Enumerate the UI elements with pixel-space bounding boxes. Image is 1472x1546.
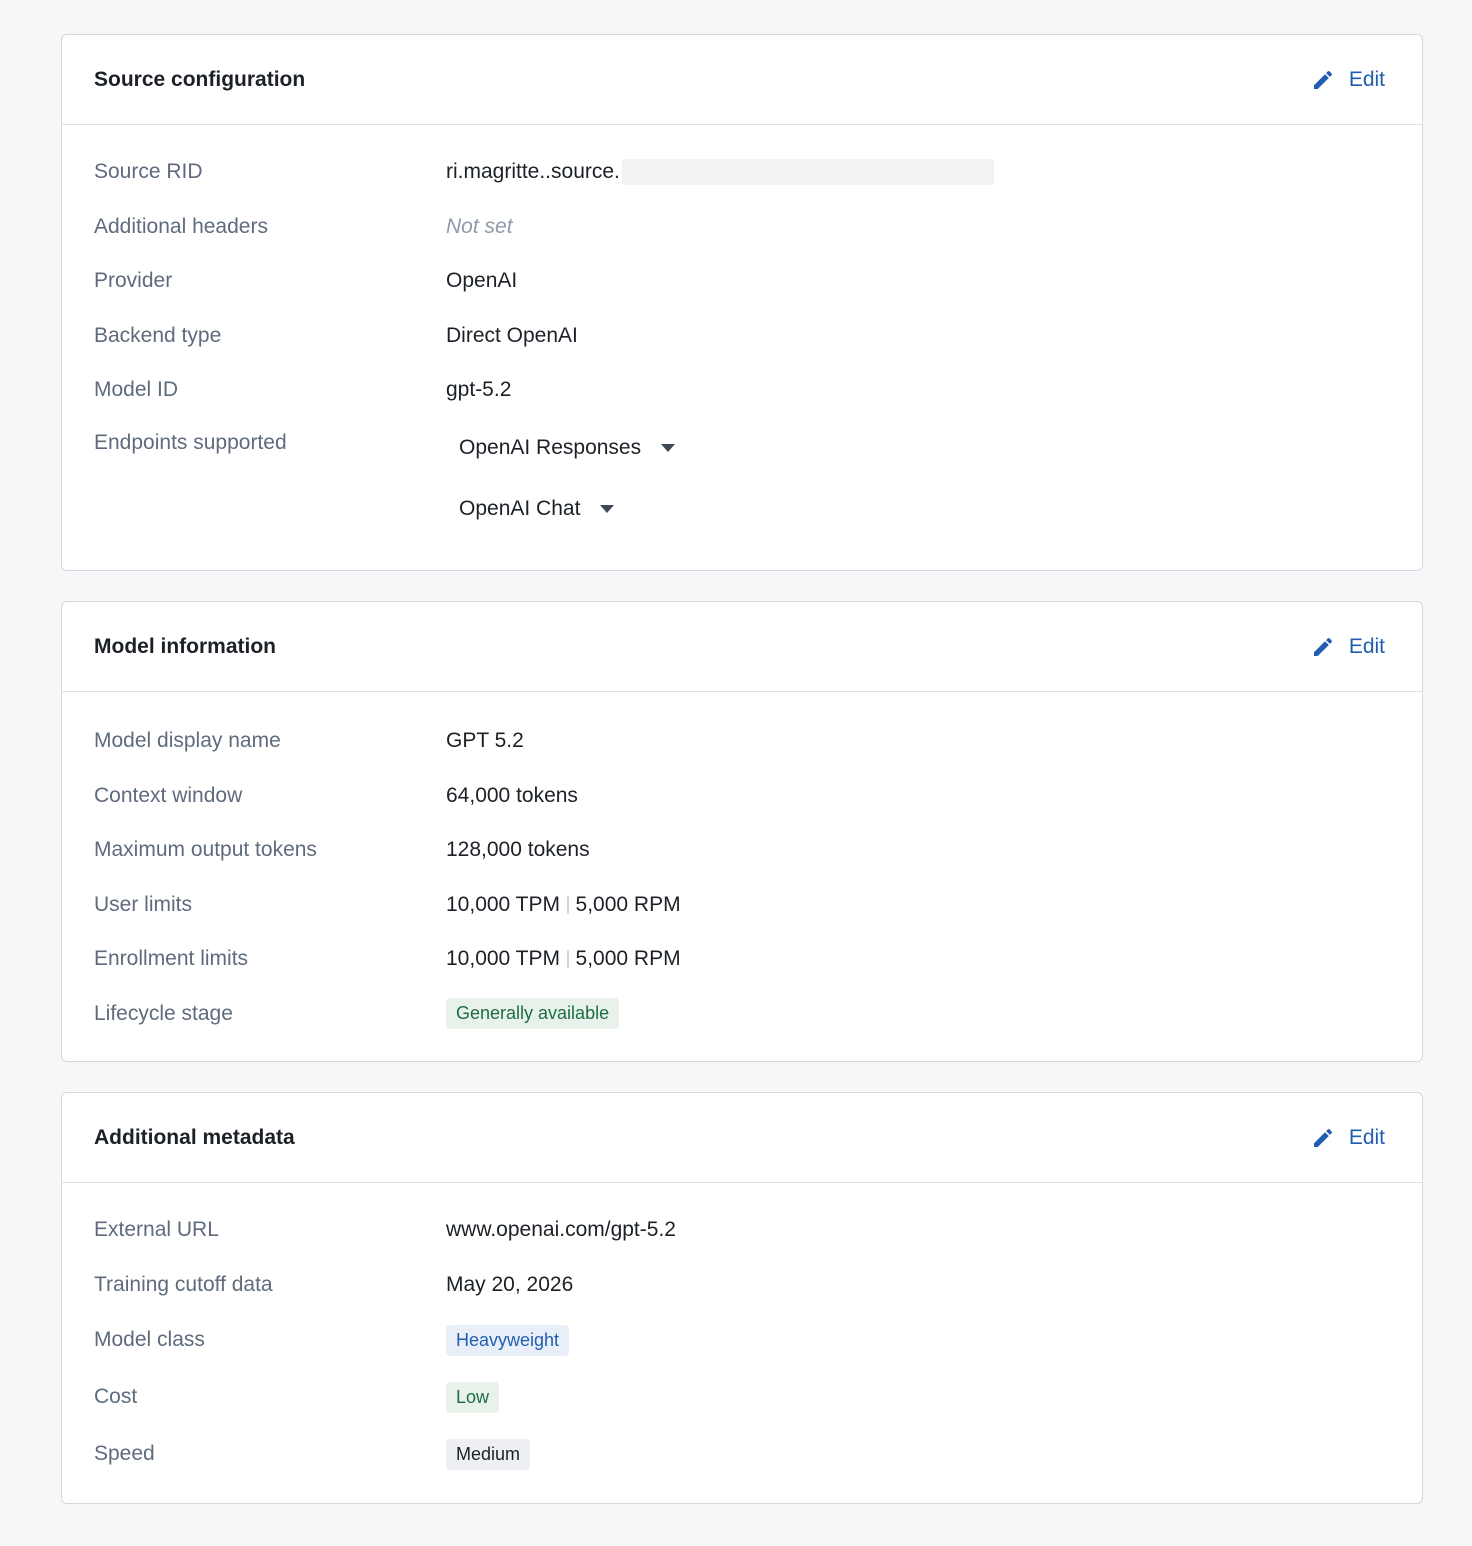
row-label: Training cutoff data bbox=[94, 1272, 273, 1296]
pencil-icon bbox=[1313, 70, 1332, 89]
card-title: Source configuration bbox=[94, 67, 306, 91]
row-label: Backend type bbox=[94, 323, 222, 347]
edit-label: Edit bbox=[1348, 1125, 1385, 1149]
divider bbox=[567, 895, 569, 914]
row-enrollment-limits: Enrollment limits 10,000 TPM 5,000 RPM bbox=[94, 932, 1390, 987]
source-rid-value: ri.magritte..source. bbox=[446, 160, 620, 184]
row-additional-headers: Additional headers Not set bbox=[94, 200, 1390, 255]
edit-model-information-button[interactable]: Edit bbox=[1311, 635, 1385, 659]
redacted-block bbox=[621, 159, 994, 186]
row-label: Cost bbox=[94, 1385, 138, 1408]
row-cost: Cost Low bbox=[94, 1368, 1390, 1426]
row-model-display-name: Model display name GPT 5.2 bbox=[94, 714, 1390, 769]
cost-tag: Low bbox=[446, 1381, 500, 1413]
row-provider: Provider OpenAI bbox=[94, 254, 1390, 309]
endpoint-openai-responses[interactable]: OpenAI Responses bbox=[446, 418, 676, 479]
additional-metadata-card: Additional metadata Edit External URL ww… bbox=[61, 1092, 1423, 1504]
enrollment-limits-tpm: 10,000 TPM bbox=[446, 947, 561, 971]
model-information-card: Model information Edit Model display nam… bbox=[61, 601, 1423, 1062]
pencil-icon bbox=[1313, 637, 1332, 656]
row-label: Model display name bbox=[94, 729, 281, 753]
endpoint-label: OpenAI Responses bbox=[459, 436, 642, 459]
row-source-rid: Source RID ri.magritte..source. bbox=[94, 145, 1390, 200]
row-label: Enrollment limits bbox=[94, 947, 249, 971]
row-maximum-output-tokens: Maximum output tokens 128,000 tokens bbox=[94, 823, 1390, 878]
external-url-value: www.openai.com/gpt-5.2 bbox=[446, 1218, 676, 1242]
pencil-icon bbox=[1313, 1128, 1332, 1147]
model-class-tag: Heavyweight bbox=[446, 1324, 570, 1356]
caret-down-icon bbox=[661, 444, 676, 452]
row-label: User limits bbox=[94, 892, 192, 916]
endpoint-label: OpenAI Chat bbox=[459, 497, 581, 520]
row-label: Model class bbox=[94, 1328, 205, 1351]
model-display-name-value: GPT 5.2 bbox=[446, 729, 524, 753]
edit-source-configuration-button[interactable]: Edit bbox=[1311, 68, 1385, 92]
row-user-limits: User limits 10,000 TPM 5,000 RPM bbox=[94, 878, 1390, 933]
row-label: Additional headers bbox=[94, 214, 268, 238]
row-external-url: External URL www.openai.com/gpt-5.2 bbox=[94, 1203, 1390, 1258]
caret-down-icon bbox=[600, 505, 615, 513]
card-header: Model information Edit bbox=[62, 602, 1422, 692]
context-window-value: 64,000 tokens bbox=[446, 783, 578, 807]
provider-value: OpenAI bbox=[446, 269, 518, 293]
training-cutoff-value: May 20, 2026 bbox=[446, 1272, 574, 1296]
card-title: Model information bbox=[94, 634, 276, 658]
enrollment-limits-rpm: 5,000 RPM bbox=[575, 947, 681, 971]
lifecycle-stage-tag: Generally available bbox=[446, 998, 620, 1030]
user-limits-rpm: 5,000 RPM bbox=[575, 892, 681, 916]
row-label: Provider bbox=[94, 269, 173, 293]
row-lifecycle-stage: Lifecycle stage Generally available bbox=[94, 987, 1390, 1042]
additional-headers-value: Not set bbox=[446, 214, 513, 238]
row-label: Speed bbox=[94, 1442, 155, 1465]
card-header: Additional metadata Edit bbox=[62, 1093, 1422, 1183]
card-header: Source configuration Edit bbox=[62, 35, 1422, 125]
edit-label: Edit bbox=[1348, 634, 1385, 658]
speed-tag: Medium bbox=[446, 1438, 531, 1470]
row-label: Endpoints supported bbox=[94, 430, 287, 454]
row-context-window: Context window 64,000 tokens bbox=[94, 769, 1390, 824]
endpoints-list: OpenAI Responses OpenAI Chat bbox=[446, 418, 676, 540]
row-backend-type: Backend type Direct OpenAI bbox=[94, 309, 1390, 364]
divider bbox=[567, 950, 569, 969]
backend-type-value: Direct OpenAI bbox=[446, 323, 578, 347]
user-limits-tpm: 10,000 TPM bbox=[446, 892, 561, 916]
row-label: Lifecycle stage bbox=[94, 1001, 233, 1025]
row-speed: Speed Medium bbox=[94, 1426, 1390, 1482]
edit-label: Edit bbox=[1348, 67, 1385, 91]
row-model-class: Model class Heavyweight bbox=[94, 1312, 1390, 1368]
row-label: Context window bbox=[94, 783, 243, 807]
maximum-output-tokens-value: 128,000 tokens bbox=[446, 838, 590, 862]
row-training-cutoff: Training cutoff data May 20, 2026 bbox=[94, 1258, 1390, 1313]
row-label: Model ID bbox=[94, 378, 179, 402]
row-endpoints-supported: Endpoints supported OpenAI Responses Ope… bbox=[94, 418, 1390, 540]
row-label: Source RID bbox=[94, 160, 203, 184]
source-configuration-card: Source configuration Edit Source RID ri.… bbox=[61, 34, 1423, 571]
row-label: External URL bbox=[94, 1218, 219, 1242]
row-model-id: Model ID gpt-5.2 bbox=[94, 363, 1390, 418]
model-id-value: gpt-5.2 bbox=[446, 378, 512, 402]
card-title: Additional metadata bbox=[94, 1125, 295, 1149]
endpoint-openai-chat[interactable]: OpenAI Chat bbox=[446, 479, 675, 540]
row-label: Maximum output tokens bbox=[94, 838, 317, 862]
edit-additional-metadata-button[interactable]: Edit bbox=[1311, 1126, 1385, 1150]
